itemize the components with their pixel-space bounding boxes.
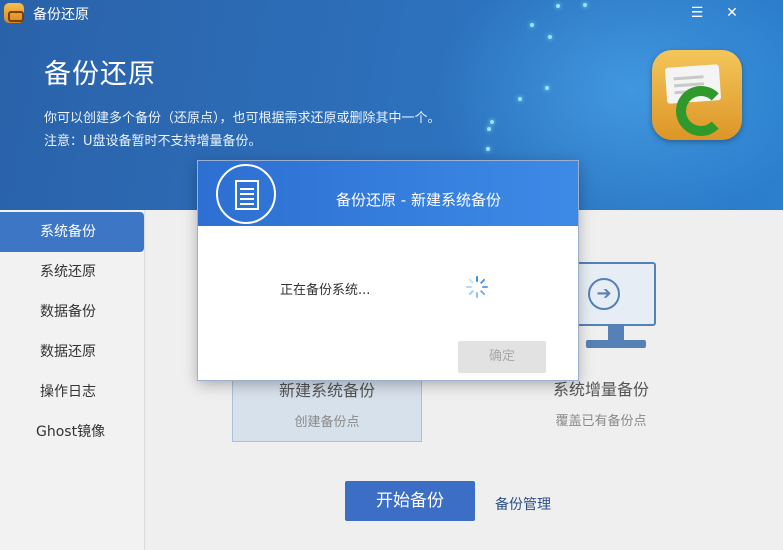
decor-dot <box>545 86 549 90</box>
loading-spinner-icon <box>464 274 490 300</box>
sidebar-item-operation-log[interactable]: 操作日志 <box>0 372 144 412</box>
decor-dot <box>548 35 552 39</box>
document-icon <box>235 180 259 210</box>
document-badge-icon <box>216 164 276 224</box>
close-icon[interactable]: ✕ <box>720 2 744 24</box>
sidebar-item-label: 操作日志 <box>40 384 96 400</box>
decor-dot <box>530 23 534 27</box>
dialog-title: 备份还原 - 新建系统备份 <box>336 191 501 209</box>
monitor-base <box>586 340 646 348</box>
sidebar-item-data-backup[interactable]: 数据备份 <box>0 292 144 332</box>
new-backup-subtitle: 创建备份点 <box>294 415 360 430</box>
sidebar-item-ghost-image[interactable]: Ghost镜像 <box>0 412 144 452</box>
sidebar-item-label: 系统还原 <box>40 264 96 280</box>
description-line-1: 你可以创建多个备份（还原点），也可根据需求还原或删除其中一个。 <box>44 111 441 126</box>
ok-button[interactable]: 确定 <box>458 341 546 373</box>
menu-icon[interactable]: ☰ <box>685 2 709 24</box>
arrow-right-icon: ➔ <box>588 278 620 310</box>
decor-dot <box>487 127 491 131</box>
progress-status-text: 正在备份系统... <box>280 283 371 298</box>
sidebar-item-label: 数据还原 <box>40 344 96 360</box>
sidebar-item-system-restore[interactable]: 系统还原 <box>0 252 144 292</box>
window-title: 备份还原 <box>33 7 89 23</box>
monitor-icon: ➔ <box>576 262 656 326</box>
sidebar-item-system-backup[interactable]: 系统备份 <box>0 212 144 252</box>
page-title: 备份还原 <box>44 59 156 90</box>
sidebar: 系统备份 系统还原 数据备份 数据还原 操作日志 Ghost镜像 <box>0 210 145 550</box>
refresh-arrow-icon <box>676 86 726 136</box>
sidebar-item-label: 数据备份 <box>40 304 96 320</box>
backup-progress-dialog: 备份还原 - 新建系统备份 正在备份系统... 确定 <box>198 161 578 380</box>
backup-management-link[interactable]: 备份管理 <box>495 494 551 514</box>
description-line-2: 注意：U盘设备暂时不支持增量备份。 <box>44 134 262 149</box>
dialog-header: 备份还原 - 新建系统备份 <box>198 161 578 226</box>
new-backup-title: 新建系统备份 <box>278 381 375 400</box>
backup-restore-hero-icon <box>652 50 742 140</box>
decor-dot <box>583 3 587 7</box>
decor-dot <box>556 4 560 8</box>
sidebar-item-label: 系统备份 <box>40 224 96 240</box>
incremental-backup-subtitle: 覆盖已有备份点 <box>555 414 647 429</box>
decor-dot <box>486 147 490 151</box>
decor-dot <box>518 97 522 101</box>
decor-dot <box>490 120 494 124</box>
monitor-neck <box>608 326 624 340</box>
sidebar-item-data-restore[interactable]: 数据还原 <box>0 332 144 372</box>
sidebar-item-label: Ghost镜像 <box>36 424 106 440</box>
app-logo-icon <box>4 3 24 23</box>
incremental-backup-card[interactable]: 系统增量备份 覆盖已有备份点 <box>536 376 666 429</box>
start-backup-button[interactable]: 开始备份 <box>345 481 475 521</box>
